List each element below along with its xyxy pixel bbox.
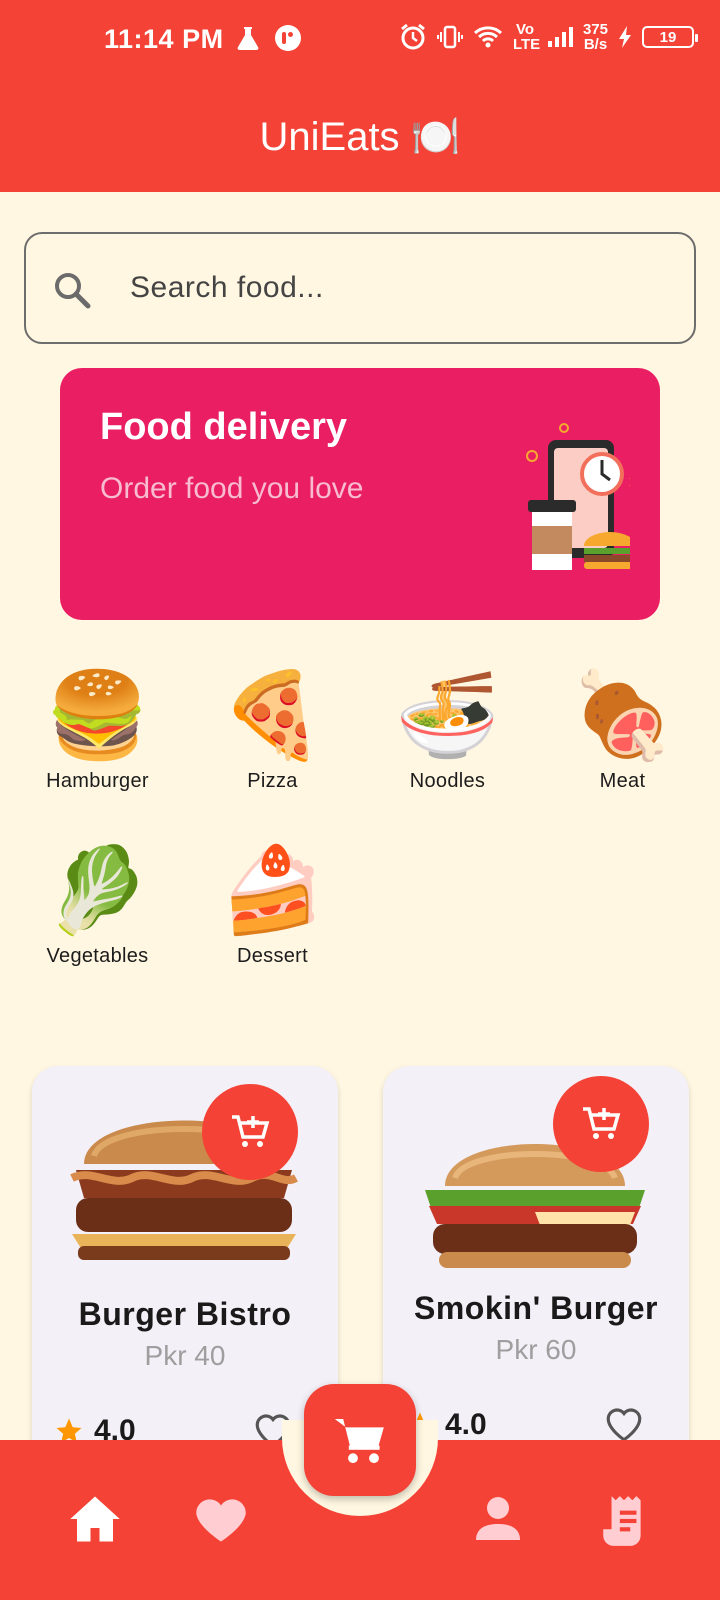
category-label: Pizza <box>247 770 298 792</box>
status-bar: 11:14 PM Vo LTE 375 B/s 19 <box>0 0 720 80</box>
category-item[interactable]: 🍔 Hamburger <box>10 660 185 793</box>
product-name: Burger Bistro <box>78 1296 292 1332</box>
search-input[interactable] <box>130 262 650 314</box>
vegetables-icon: 🥬 <box>45 843 150 937</box>
heart-outline-icon[interactable] <box>603 1404 645 1444</box>
product-card[interactable]: Burger Bistro Pkr 40 4.0 <box>32 1066 338 1466</box>
signal-icon <box>547 27 573 47</box>
battery-indicator: 19 <box>642 26 698 48</box>
person-icon[interactable] <box>474 1494 522 1542</box>
product-price: Pkr 60 <box>495 1334 577 1365</box>
app-notification-icon <box>275 25 301 51</box>
status-time: 11:14 PM <box>104 24 224 54</box>
banner-subtitle: Order food you love <box>100 472 364 505</box>
delivery-illustration-icon <box>526 423 630 570</box>
category-label: Vegetables <box>46 945 149 967</box>
product-price: Pkr 40 <box>144 1340 226 1371</box>
flask-icon <box>237 27 259 50</box>
meat-icon: 🍖 <box>570 668 675 762</box>
add-to-cart-button[interactable] <box>553 1076 649 1172</box>
app-bar: UniEats 🍽️ <box>0 80 720 192</box>
charging-icon <box>619 26 631 48</box>
pizza-icon: 🍕 <box>220 668 325 762</box>
heart-icon[interactable] <box>194 1494 248 1544</box>
category-label: Dessert <box>236 945 308 967</box>
category-item[interactable]: 🥬 Vegetables <box>10 835 185 968</box>
banner-title: Food delivery <box>100 406 348 448</box>
cart-fab-button[interactable] <box>304 1384 416 1496</box>
rating-value: 4.0 <box>445 1408 487 1441</box>
category-item[interactable]: 🍜 Noodles <box>360 660 535 793</box>
home-icon[interactable] <box>68 1494 122 1544</box>
network-speed-unit: B/s <box>583 36 608 53</box>
noodles-icon: 🍜 <box>395 668 500 762</box>
wifi-icon <box>473 26 502 48</box>
dessert-icon: 🍰 <box>220 843 325 937</box>
product-name: Smokin' Burger <box>414 1290 658 1326</box>
receipt-icon[interactable] <box>600 1494 648 1548</box>
product-card[interactable]: Smokin' Burger Pkr 60 4.0 <box>383 1066 689 1466</box>
add-cart-icon <box>232 1115 270 1147</box>
cart-icon <box>334 1419 384 1464</box>
add-to-cart-button[interactable] <box>202 1084 298 1180</box>
category-label: Noodles <box>409 770 486 792</box>
network-type: Vo LTE <box>512 21 541 53</box>
category-item[interactable]: 🍖 Meat <box>535 660 710 793</box>
promo-banner[interactable]: Food delivery Order food you love <box>60 368 660 620</box>
search-box[interactable] <box>24 232 696 344</box>
vibrate-icon <box>436 25 463 49</box>
category-item[interactable]: 🍕 Pizza <box>185 660 360 793</box>
add-cart-icon <box>583 1107 621 1139</box>
network-speed-value: 375 <box>582 21 608 38</box>
search-icon <box>55 273 91 309</box>
page-title: UniEats 🍽️ <box>259 114 461 159</box>
category-item[interactable]: 🍰 Dessert <box>185 835 360 968</box>
category-label: Meat <box>599 770 646 792</box>
category-label: Hamburger <box>46 770 149 792</box>
alarm-icon <box>401 23 425 50</box>
hamburger-icon: 🍔 <box>45 668 150 762</box>
